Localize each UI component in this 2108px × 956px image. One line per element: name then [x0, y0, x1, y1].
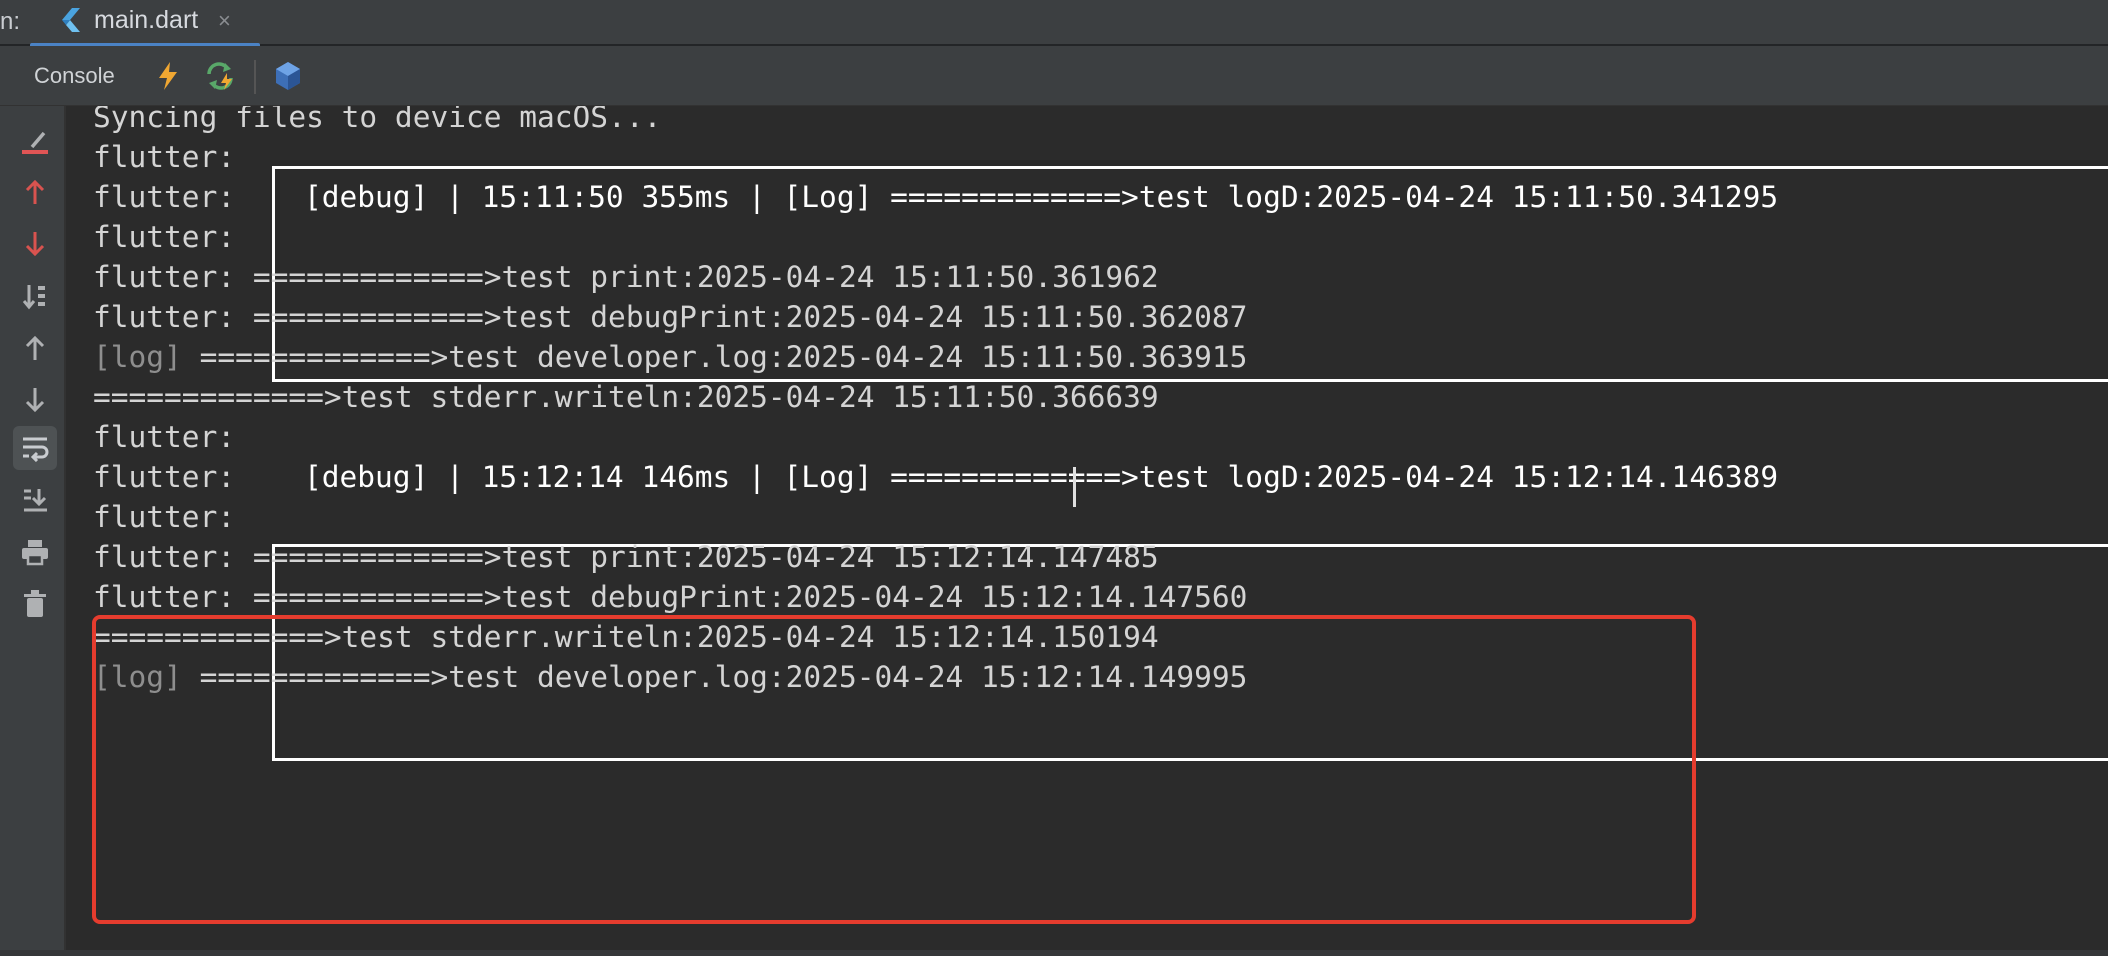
- editor-tab-bar: n: main.dart ×: [0, 0, 2108, 48]
- console-line-prefix: flutter:: [93, 500, 236, 534]
- dart-file-icon: [58, 6, 84, 34]
- console-line: flutter: =============>test debugPrint:2…: [93, 580, 1248, 614]
- hot-reload-icon[interactable]: [150, 58, 186, 94]
- console-line: flutter: =============>test debugPrint:2…: [93, 300, 1248, 334]
- console-tab[interactable]: Console: [20, 56, 129, 96]
- toolbar-separator: [254, 60, 256, 94]
- tab-close-icon[interactable]: ×: [218, 8, 231, 34]
- clear-console-icon[interactable]: [13, 120, 57, 164]
- soft-wrap-icon[interactable]: [13, 426, 57, 470]
- logger-box-top-border: [272, 166, 2108, 169]
- hot-restart-icon[interactable]: [204, 58, 240, 94]
- console-logger-message: [debug] | 15:12:14 146ms | [Log] =======…: [304, 460, 1779, 494]
- tab-main-dart[interactable]: main.dart ×: [30, 0, 260, 48]
- scroll-down-icon[interactable]: [13, 378, 57, 422]
- console-line-prefix: flutter:: [93, 220, 236, 254]
- console-line-prefix: flutter:: [93, 140, 236, 174]
- scroll-up-icon[interactable]: [13, 326, 57, 370]
- log-tag: [log]: [93, 340, 182, 374]
- tab-bar-prefix: n:: [0, 8, 21, 35]
- console-line: =============>test stderr.writeln:2025-0…: [93, 380, 1159, 414]
- highlight-annotation-box: [92, 615, 1696, 924]
- console-line: [log] =============>test developer.log:2…: [93, 337, 1247, 377]
- console-line-prefix: flutter:: [93, 420, 236, 454]
- console-side-toolbar: [0, 106, 66, 956]
- log-message: =============>test developer.log:2025-04…: [181, 340, 1248, 374]
- print-icon[interactable]: [13, 530, 57, 574]
- console-line: flutter: =============>test print:2025-0…: [93, 260, 1159, 294]
- console-line-prefix: flutter:: [93, 180, 236, 214]
- next-occurrence-icon[interactable]: [13, 222, 57, 266]
- console-line: flutter: =============>test print:2025-0…: [93, 540, 1159, 574]
- console-line: Syncing files to device macOS...: [93, 106, 662, 134]
- previous-occurrence-icon[interactable]: [13, 170, 57, 214]
- trash-icon[interactable]: [13, 582, 57, 626]
- scroll-to-end-icon[interactable]: [13, 478, 57, 522]
- horizontal-scrollbar[interactable]: [0, 950, 2108, 956]
- dart-devtools-icon[interactable]: [270, 58, 306, 94]
- text-cursor: [1073, 467, 1076, 507]
- sort-icon[interactable]: [13, 274, 57, 318]
- tab-label: main.dart: [94, 6, 199, 34]
- console-logger-message: [debug] | 15:11:50 355ms | [Log] =======…: [304, 180, 1779, 214]
- run-toolbar: Console: [0, 46, 2108, 106]
- console-line-prefix: flutter:: [93, 460, 236, 494]
